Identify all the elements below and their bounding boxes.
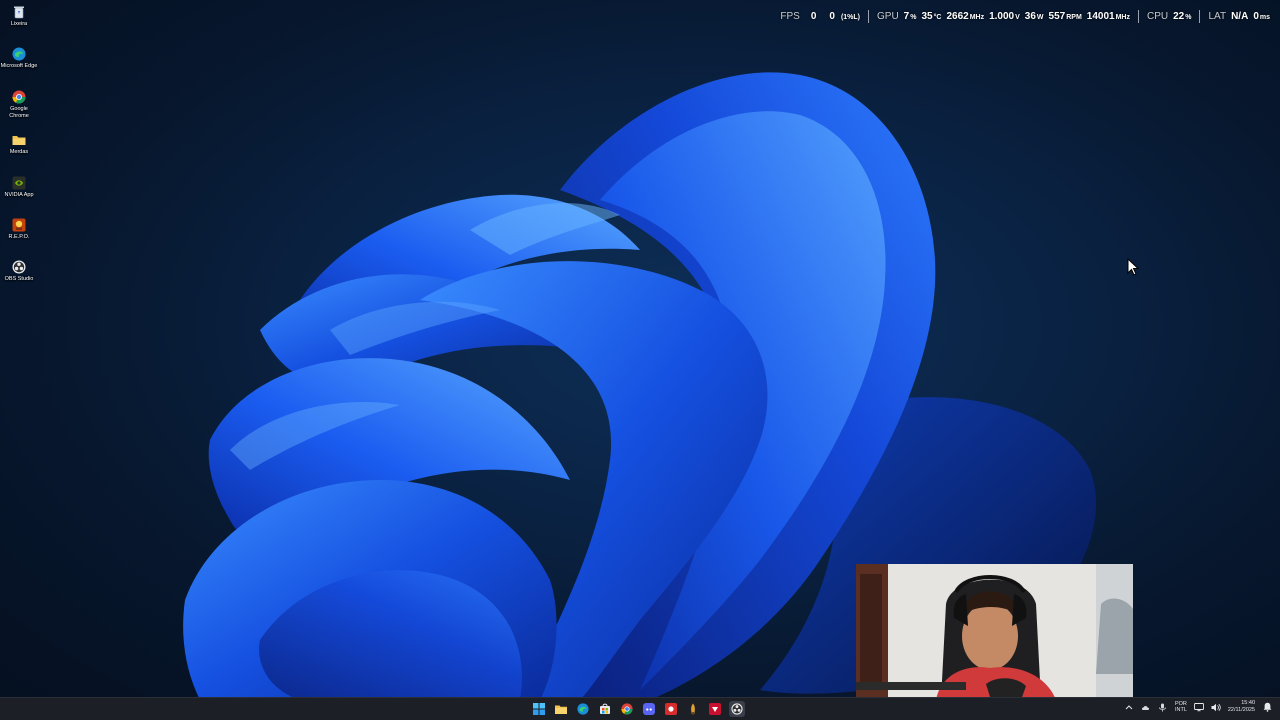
volume-icon <box>1211 703 1221 711</box>
lat-ms: 0 <box>1253 11 1259 22</box>
taskbar-store[interactable] <box>597 701 613 717</box>
taskbar-file-explorer[interactable] <box>553 701 569 717</box>
taskbar-pen-app[interactable] <box>685 701 701 717</box>
tray-app-icon-1[interactable] <box>1141 702 1151 712</box>
gpu-usage-unit: % <box>910 14 917 21</box>
language-line2: INTL <box>1174 707 1187 713</box>
desktop-icon-label: Google Chrome <box>9 106 29 119</box>
desktop-icon-label: NVIDIA App <box>4 192 34 198</box>
taskbar-obs[interactable] <box>729 701 745 717</box>
chrome-icon <box>11 89 27 105</box>
system-tray: POR INTL 15:40 22/11/2025 <box>1124 700 1272 714</box>
recycle-bin-icon <box>11 4 27 20</box>
gpu-temp-unit: °C <box>933 14 942 21</box>
cpu-group: CPU 22% <box>1147 11 1191 22</box>
tray-app-icon-2[interactable] <box>1158 702 1168 712</box>
gpu-power: 36 <box>1024 11 1036 22</box>
fps-low-unit: (1%L) <box>840 14 860 21</box>
webcam-person-image <box>856 564 1133 700</box>
taskbar: POR INTL 15:40 22/11/2025 <box>0 697 1280 720</box>
overlay-divider <box>868 10 869 23</box>
overlay-divider <box>1199 10 1201 23</box>
cpu-label: CPU <box>1146 11 1169 22</box>
performance-overlay: FPS 0 0 (1%L) GPU 7% 35°C 2662MHz 1.000V… <box>780 10 1270 23</box>
repo-game-icon <box>11 217 27 233</box>
gpu-mem-clock: 14001 <box>1086 11 1115 22</box>
lat-ms-unit: ms <box>1259 14 1270 21</box>
desktop-icon-label: Merdas <box>9 149 29 155</box>
pen-app-icon <box>691 703 695 715</box>
desktop-icon-obs[interactable]: OBS Studio <box>0 259 38 283</box>
network-monitor-icon <box>1193 702 1204 711</box>
nvidia-icon <box>11 175 27 191</box>
desktop-icon-nvidia[interactable]: NVIDIA App <box>0 175 38 199</box>
taskbar-edge[interactable] <box>575 701 591 717</box>
overlay-divider <box>1137 10 1139 23</box>
clock-date: 22/11/2025 <box>1227 707 1255 713</box>
desktop-icon-label: R.E.P.O. <box>8 234 30 240</box>
gpu-fan-unit: RPM <box>1066 14 1082 21</box>
discord-icon <box>643 703 655 715</box>
record-app-icon <box>665 703 677 715</box>
clock-time: 15:40 <box>1241 700 1255 706</box>
gpu-label: GPU <box>877 11 899 22</box>
desktop-icon-recycle-bin[interactable]: Lixeira <box>0 4 38 28</box>
cpu-usage: 22 <box>1173 11 1185 22</box>
microphone-icon <box>1159 703 1167 712</box>
notification-center[interactable] <box>1262 702 1272 712</box>
edge-icon <box>577 703 589 715</box>
taskbar-apps <box>531 701 745 717</box>
tray-volume[interactable] <box>1211 702 1221 712</box>
folder-icon <box>11 132 27 148</box>
desktop-icon-folder[interactable]: Merdas <box>0 132 38 156</box>
gpu-clock: 2662 <box>946 11 969 22</box>
red-app-icon <box>709 703 721 715</box>
taskbar-red-app[interactable] <box>707 701 723 717</box>
lat-label: LAT <box>1208 11 1227 22</box>
webcam-overlay <box>856 564 1133 700</box>
fps-low-value: 0 <box>829 11 835 22</box>
fps-value: 0 <box>810 11 817 22</box>
gpu-group: GPU 7% 35°C 2662MHz 1.000V 36W 557RPM 14… <box>877 11 1130 22</box>
mouse-cursor-icon <box>1127 258 1139 276</box>
tray-network[interactable] <box>1193 702 1204 712</box>
obs-icon <box>11 259 27 275</box>
desktop-icon-label: Microsoft Edge <box>0 63 38 69</box>
desktop-icon-edge[interactable]: Microsoft Edge <box>0 46 38 70</box>
gpu-fan: 557 <box>1048 11 1066 22</box>
gpu-clock-unit: MHz <box>969 14 985 21</box>
desktop-icon-repo[interactable]: R.E.P.O. <box>0 217 38 241</box>
gpu-voltage-unit: V <box>1015 14 1020 21</box>
gpu-power-unit: W <box>1036 14 1044 21</box>
taskbar-clock[interactable]: 15:40 22/11/2025 <box>1228 700 1255 714</box>
file-explorer-icon <box>555 705 567 714</box>
taskbar-chrome[interactable] <box>619 701 635 717</box>
store-icon <box>600 703 610 714</box>
lat-value: N/A <box>1231 11 1249 22</box>
desktop-icon-label: Lixeira <box>10 21 28 27</box>
gpu-mem-clock-unit: MHz <box>1115 14 1130 21</box>
gpu-voltage: 1.000 <box>989 11 1015 22</box>
edge-icon <box>11 46 27 62</box>
fps-label: FPS <box>780 11 800 22</box>
gpu-usage: 7 <box>903 11 910 22</box>
language-indicator[interactable]: POR INTL <box>1175 701 1187 713</box>
chrome-icon <box>621 703 633 715</box>
desktop-icon-label: OBS Studio <box>4 276 34 282</box>
start-button[interactable] <box>531 701 547 717</box>
tray-overflow-chevron[interactable] <box>1124 702 1134 712</box>
cpu-usage-unit: % <box>1185 14 1192 21</box>
taskbar-record-app[interactable] <box>663 701 679 717</box>
obs-icon <box>731 703 743 715</box>
latency-group: LAT N/A 0ms <box>1208 11 1270 22</box>
gpu-temp: 35 <box>921 11 933 22</box>
fps-group: FPS 0 0 (1%L) <box>780 11 860 22</box>
desktop-icon-chrome[interactable]: Google Chrome <box>0 89 38 120</box>
chevron-up-icon <box>1125 705 1133 710</box>
bell-icon <box>1263 702 1271 712</box>
taskbar-discord[interactable] <box>641 701 657 717</box>
start-icon <box>533 703 545 715</box>
cloud-icon <box>1142 705 1150 710</box>
